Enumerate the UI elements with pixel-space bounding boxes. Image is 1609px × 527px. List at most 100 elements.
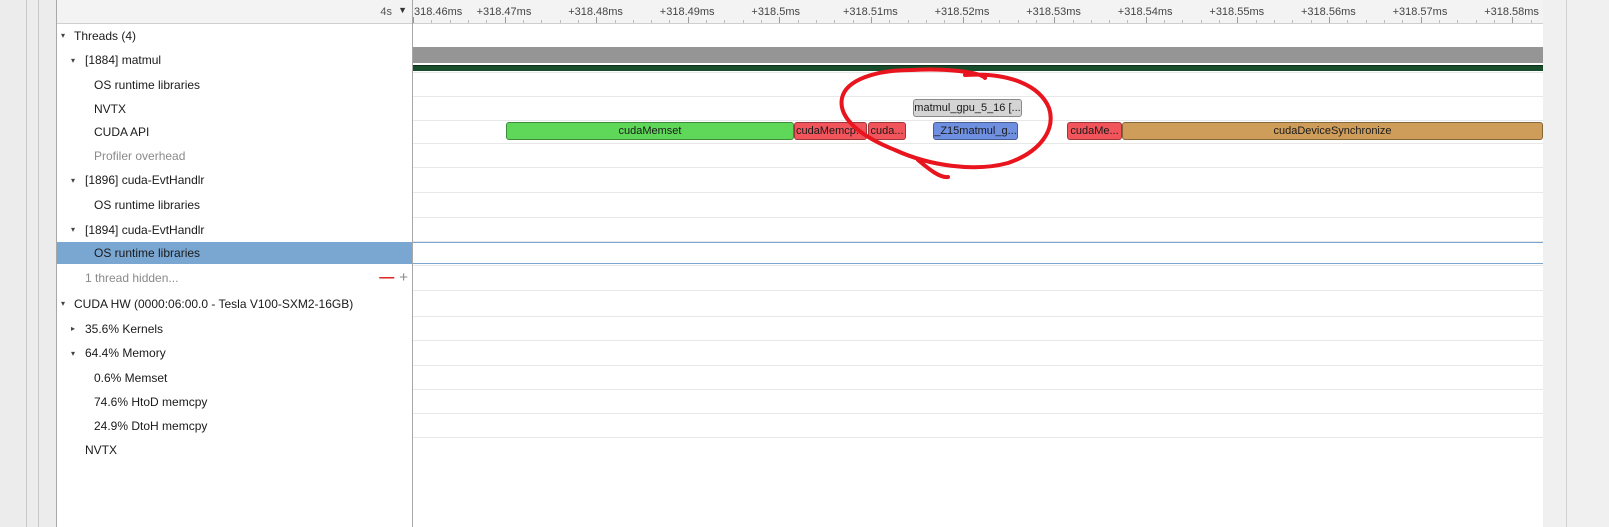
expand-down-icon[interactable]: ▾ [68, 48, 78, 73]
ruler-tick-label: +318.47ms [476, 6, 532, 18]
row-separator [413, 167, 1543, 168]
ruler-minor-tick [541, 20, 543, 23]
tree-row-label: OS runtime libraries [94, 246, 201, 260]
ruler-minor-tick [1219, 20, 1221, 23]
left-gutter [0, 0, 56, 527]
row-separator [413, 340, 1543, 341]
ruler-minor-tick [1274, 20, 1276, 23]
pane-divider [1566, 0, 1567, 527]
chevron-down-icon[interactable]: ▼ [398, 5, 407, 15]
tree-row[interactable]: OS runtime libraries [57, 193, 412, 218]
tree-row[interactable]: ▸ 35.6% Kernels [57, 317, 412, 341]
ruler-tick-label: +318.51ms [843, 6, 898, 18]
ruler-minor-tick [1127, 20, 1129, 23]
cuda-api-call[interactable]: cudaDeviceSynchronize [1122, 122, 1543, 140]
ruler-tick-label: +318.56ms [1301, 6, 1356, 18]
tree-row[interactable]: NVTX [57, 438, 412, 462]
tree-row[interactable]: ▾ CUDA HW (0000:06:00.0 - Tesla V100-SXM2… [57, 291, 412, 317]
row-separator [413, 72, 1543, 73]
tree-row[interactable]: 1 thread hidden... — + [57, 266, 412, 290]
ruler-minor-tick [944, 20, 946, 23]
time-ruler[interactable]: 318.46ms +318.47ms +318.48ms +318.49ms +318.… [413, 0, 1543, 24]
row-separator [413, 120, 1543, 121]
ruler-minor-tick [1255, 20, 1257, 23]
cpu-utilization-bar [413, 65, 1543, 71]
row-separator [413, 217, 1543, 218]
tree-row[interactable]: 74.6% HtoD memcpy [57, 390, 412, 414]
expand-plus-icon[interactable]: + [399, 269, 408, 286]
ruler-minor-tick [522, 20, 524, 23]
ruler-minor-tick [1365, 20, 1367, 23]
tree-header: 4s ▼ [57, 0, 412, 24]
tree-row-label: NVTX [94, 102, 127, 116]
row-separator [413, 316, 1543, 317]
tree-row[interactable]: OS runtime libraries [57, 242, 412, 264]
timeline-view[interactable]: 318.46ms +318.47ms +318.48ms +318.49ms +318.… [413, 0, 1543, 527]
ruler-minor-tick [614, 20, 616, 23]
expand-down-icon[interactable]: ▾ [58, 291, 68, 317]
row-separator [413, 265, 1543, 266]
ruler-minor-tick [467, 20, 469, 23]
tree-row-label: 74.6% HtoD memcpy [94, 395, 208, 409]
tree-row[interactable]: ▾ [1894] cuda-EvtHandlr [57, 218, 412, 242]
ruler-minor-tick [1347, 20, 1349, 23]
ruler-minor-tick [1493, 20, 1495, 23]
row-separator [413, 143, 1543, 144]
row-separator [413, 365, 1543, 366]
expand-down-icon[interactable]: ▾ [68, 218, 78, 242]
tree-row[interactable]: NVTX [57, 97, 412, 121]
cuda-api-call[interactable]: cudaMe... [1067, 122, 1122, 140]
expand-right-icon[interactable]: ▸ [68, 317, 78, 341]
tree-row[interactable]: ▾ Threads (4) [57, 24, 412, 48]
ruler-minor-tick [980, 20, 982, 23]
ruler-minor-tick [742, 20, 744, 23]
ruler-minor-tick [1035, 20, 1037, 23]
ruler-tick-label: +318.55ms [1209, 6, 1265, 18]
row-separator [413, 413, 1543, 414]
tree-row[interactable]: ▾ [1884] matmul [57, 48, 412, 73]
ruler-minor-tick [1164, 20, 1166, 23]
tree-row-label: CUDA API [94, 125, 150, 139]
ruler-minor-tick [1530, 20, 1532, 23]
ruler-minor-tick [559, 20, 561, 23]
nvtx-range[interactable]: matmul_gpu_5_16 [... [913, 99, 1022, 117]
cuda-api-call[interactable]: _Z15matmul_g... [933, 122, 1018, 140]
row-separator [413, 96, 1543, 97]
tree-row-label: OS runtime libraries [94, 198, 201, 212]
cuda-api-call[interactable]: cudaMemcp... [794, 122, 867, 140]
ruler-minor-tick [706, 20, 708, 23]
tree-row-label: [1896] cuda-EvtHandlr [85, 173, 205, 187]
tree-row-label: 35.6% Kernels [85, 322, 164, 336]
tree-row[interactable]: 24.9% DtoH memcpy [57, 414, 412, 438]
cuda-api-call[interactable]: cuda... [868, 122, 906, 140]
tree-row-label: OS runtime libraries [94, 78, 201, 92]
expand-down-icon[interactable]: ▾ [58, 24, 68, 48]
ruler-tick-label: +318.49ms [659, 6, 715, 18]
ruler-minor-tick [1017, 20, 1019, 23]
ruler-minor-tick [925, 20, 927, 23]
ruler-tick-label: +318.58ms [1484, 6, 1539, 18]
tree-row[interactable]: OS runtime libraries [57, 73, 412, 97]
tree-row[interactable]: 0.6% Memset [57, 366, 412, 390]
ruler-minor-tick [632, 20, 634, 23]
expand-down-icon[interactable]: ▾ [68, 341, 78, 366]
ruler-minor-tick [1072, 20, 1074, 23]
ruler-minor-tick [1292, 20, 1294, 23]
tree-row[interactable]: CUDA API [57, 121, 412, 144]
ruler-tick-label: +318.48ms [568, 6, 623, 18]
ruler-tick-label: +318.53ms [1026, 6, 1081, 18]
collapse-minus-icon[interactable]: — [379, 269, 394, 286]
tree-row-label: Profiler overhead [94, 149, 186, 163]
ruler-minor-tick [449, 20, 451, 23]
expand-down-icon[interactable]: ▾ [68, 168, 78, 193]
row-separator [413, 192, 1543, 193]
tree-row[interactable]: Profiler overhead [57, 144, 412, 168]
cuda-api-call[interactable]: cudaMemset [506, 122, 794, 140]
ruler-minor-tick [1200, 20, 1202, 23]
gutter-divider [26, 0, 27, 527]
ruler-minor-tick [724, 20, 726, 23]
ruler-minor-tick [816, 20, 818, 23]
ruler-tick-label: +318.5ms [751, 6, 801, 18]
tree-row[interactable]: ▾ 64.4% Memory [57, 341, 412, 366]
tree-row[interactable]: ▾ [1896] cuda-EvtHandlr [57, 168, 412, 193]
